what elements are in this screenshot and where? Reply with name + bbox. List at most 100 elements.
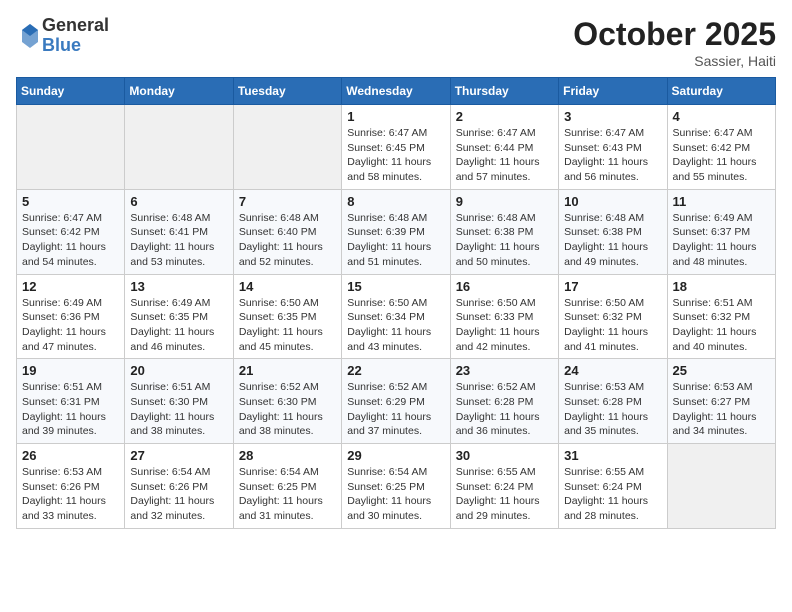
day-info: Sunrise: 6:48 AM Sunset: 6:41 PM Dayligh…	[130, 211, 227, 270]
day-number: 14	[239, 279, 336, 294]
day-header-monday: Monday	[125, 78, 233, 105]
calendar-cell: 1 Sunrise: 6:47 AM Sunset: 6:45 PM Daylig…	[342, 105, 450, 190]
day-number: 10	[564, 194, 661, 209]
day-number: 8	[347, 194, 444, 209]
calendar-cell: 9 Sunrise: 6:48 AM Sunset: 6:38 PM Daylig…	[450, 189, 558, 274]
calendar-cell: 18 Sunrise: 6:51 AM Sunset: 6:32 PM Dayli…	[667, 274, 775, 359]
day-info: Sunrise: 6:48 AM Sunset: 6:38 PM Dayligh…	[456, 211, 553, 270]
calendar-cell: 17Sunrise: 6:50 AM Sunset: 6:32 PM Dayli…	[559, 274, 667, 359]
day-info: Sunrise: 6:52 AM Sunset: 6:30 PM Dayligh…	[239, 380, 336, 439]
day-info: Sunrise: 6:52 AM Sunset: 6:28 PM Dayligh…	[456, 380, 553, 439]
day-info: Sunrise: 6:51 AM Sunset: 6:31 PM Dayligh…	[22, 380, 119, 439]
calendar-cell: 16 Sunrise: 6:50 AM Sunset: 6:33 PM Dayli…	[450, 274, 558, 359]
day-number: 7	[239, 194, 336, 209]
day-info: Sunrise: 6:55 AM Sunset: 6:24 PM Dayligh…	[564, 465, 661, 524]
day-info: Sunrise: 6:50 AM Sunset: 6:35 PM Dayligh…	[239, 296, 336, 355]
day-number: 3	[564, 109, 661, 124]
day-number: 24	[564, 363, 661, 378]
day-info: Sunrise: 6:47 AM Sunset: 6:42 PM Dayligh…	[22, 211, 119, 270]
calendar-cell	[667, 444, 775, 529]
day-header-thursday: Thursday	[450, 78, 558, 105]
day-number: 18	[673, 279, 770, 294]
day-number: 20	[130, 363, 227, 378]
page-header: General Blue October 2025 Sassier, Haiti	[16, 16, 776, 69]
calendar-cell: 11Sunrise: 6:49 AM Sunset: 6:37 PM Dayli…	[667, 189, 775, 274]
day-number: 31	[564, 448, 661, 463]
day-number: 2	[456, 109, 553, 124]
day-info: Sunrise: 6:48 AM Sunset: 6:38 PM Dayligh…	[564, 211, 661, 270]
calendar-cell: 21 Sunrise: 6:52 AM Sunset: 6:30 PM Dayli…	[233, 359, 341, 444]
calendar-week-5: 26 Sunrise: 6:53 AM Sunset: 6:26 PM Dayli…	[17, 444, 776, 529]
calendar-cell: 15 Sunrise: 6:50 AM Sunset: 6:34 PM Dayli…	[342, 274, 450, 359]
day-number: 27	[130, 448, 227, 463]
day-number: 9	[456, 194, 553, 209]
day-info: Sunrise: 6:51 AM Sunset: 6:32 PM Dayligh…	[673, 296, 770, 355]
calendar-cell: 23Sunrise: 6:52 AM Sunset: 6:28 PM Dayli…	[450, 359, 558, 444]
logo-blue: Blue	[42, 36, 109, 56]
day-number: 30	[456, 448, 553, 463]
day-number: 26	[22, 448, 119, 463]
day-info: Sunrise: 6:49 AM Sunset: 6:35 PM Dayligh…	[130, 296, 227, 355]
calendar-cell: 20 Sunrise: 6:51 AM Sunset: 6:30 PM Dayli…	[125, 359, 233, 444]
day-info: Sunrise: 6:47 AM Sunset: 6:44 PM Dayligh…	[456, 126, 553, 185]
day-header-sunday: Sunday	[17, 78, 125, 105]
calendar-cell: 27Sunrise: 6:54 AM Sunset: 6:26 PM Dayli…	[125, 444, 233, 529]
logo-icon	[20, 22, 40, 50]
title-area: October 2025 Sassier, Haiti	[573, 16, 776, 69]
subtitle: Sassier, Haiti	[573, 53, 776, 69]
calendar-cell: 6Sunrise: 6:48 AM Sunset: 6:41 PM Daylig…	[125, 189, 233, 274]
day-info: Sunrise: 6:53 AM Sunset: 6:27 PM Dayligh…	[673, 380, 770, 439]
logo-general: General	[42, 16, 109, 36]
calendar-week-1: 1 Sunrise: 6:47 AM Sunset: 6:45 PM Daylig…	[17, 105, 776, 190]
calendar-cell: 12 Sunrise: 6:49 AM Sunset: 6:36 PM Dayli…	[17, 274, 125, 359]
day-number: 1	[347, 109, 444, 124]
logo: General Blue	[16, 16, 109, 56]
calendar-cell: 19Sunrise: 6:51 AM Sunset: 6:31 PM Dayli…	[17, 359, 125, 444]
day-info: Sunrise: 6:48 AM Sunset: 6:39 PM Dayligh…	[347, 211, 444, 270]
day-info: Sunrise: 6:51 AM Sunset: 6:30 PM Dayligh…	[130, 380, 227, 439]
day-number: 13	[130, 279, 227, 294]
day-info: Sunrise: 6:54 AM Sunset: 6:25 PM Dayligh…	[239, 465, 336, 524]
day-number: 29	[347, 448, 444, 463]
calendar-cell: 30 Sunrise: 6:55 AM Sunset: 6:24 PM Dayli…	[450, 444, 558, 529]
day-number: 12	[22, 279, 119, 294]
calendar-cell	[125, 105, 233, 190]
calendar-cell: 5Sunrise: 6:47 AM Sunset: 6:42 PM Daylig…	[17, 189, 125, 274]
day-header-friday: Friday	[559, 78, 667, 105]
day-number: 17	[564, 279, 661, 294]
calendar-cell: 26 Sunrise: 6:53 AM Sunset: 6:26 PM Dayli…	[17, 444, 125, 529]
calendar-cell	[233, 105, 341, 190]
calendar-week-4: 19Sunrise: 6:51 AM Sunset: 6:31 PM Dayli…	[17, 359, 776, 444]
day-info: Sunrise: 6:49 AM Sunset: 6:36 PM Dayligh…	[22, 296, 119, 355]
calendar-week-2: 5Sunrise: 6:47 AM Sunset: 6:42 PM Daylig…	[17, 189, 776, 274]
day-info: Sunrise: 6:47 AM Sunset: 6:42 PM Dayligh…	[673, 126, 770, 185]
calendar-cell: 22 Sunrise: 6:52 AM Sunset: 6:29 PM Dayli…	[342, 359, 450, 444]
calendar-cell: 10 Sunrise: 6:48 AM Sunset: 6:38 PM Dayli…	[559, 189, 667, 274]
day-number: 22	[347, 363, 444, 378]
day-info: Sunrise: 6:55 AM Sunset: 6:24 PM Dayligh…	[456, 465, 553, 524]
day-info: Sunrise: 6:50 AM Sunset: 6:34 PM Dayligh…	[347, 296, 444, 355]
calendar-cell: 25 Sunrise: 6:53 AM Sunset: 6:27 PM Dayli…	[667, 359, 775, 444]
day-info: Sunrise: 6:47 AM Sunset: 6:43 PM Dayligh…	[564, 126, 661, 185]
calendar-cell: 31 Sunrise: 6:55 AM Sunset: 6:24 PM Dayli…	[559, 444, 667, 529]
day-number: 15	[347, 279, 444, 294]
day-info: Sunrise: 6:47 AM Sunset: 6:45 PM Dayligh…	[347, 126, 444, 185]
calendar-cell: 2 Sunrise: 6:47 AM Sunset: 6:44 PM Daylig…	[450, 105, 558, 190]
calendar-cell: 14 Sunrise: 6:50 AM Sunset: 6:35 PM Dayli…	[233, 274, 341, 359]
day-info: Sunrise: 6:53 AM Sunset: 6:26 PM Dayligh…	[22, 465, 119, 524]
calendar-cell: 24 Sunrise: 6:53 AM Sunset: 6:28 PM Dayli…	[559, 359, 667, 444]
day-number: 21	[239, 363, 336, 378]
calendar-table: SundayMondayTuesdayWednesdayThursdayFrid…	[16, 77, 776, 529]
day-info: Sunrise: 6:53 AM Sunset: 6:28 PM Dayligh…	[564, 380, 661, 439]
day-info: Sunrise: 6:52 AM Sunset: 6:29 PM Dayligh…	[347, 380, 444, 439]
logo-text: General Blue	[42, 16, 109, 56]
day-number: 16	[456, 279, 553, 294]
calendar-cell: 7Sunrise: 6:48 AM Sunset: 6:40 PM Daylig…	[233, 189, 341, 274]
calendar-cell: 8 Sunrise: 6:48 AM Sunset: 6:39 PM Daylig…	[342, 189, 450, 274]
calendar-cell	[17, 105, 125, 190]
calendar-header-row: SundayMondayTuesdayWednesdayThursdayFrid…	[17, 78, 776, 105]
day-info: Sunrise: 6:50 AM Sunset: 6:33 PM Dayligh…	[456, 296, 553, 355]
day-info: Sunrise: 6:54 AM Sunset: 6:25 PM Dayligh…	[347, 465, 444, 524]
calendar-cell: 29 Sunrise: 6:54 AM Sunset: 6:25 PM Dayli…	[342, 444, 450, 529]
day-number: 25	[673, 363, 770, 378]
